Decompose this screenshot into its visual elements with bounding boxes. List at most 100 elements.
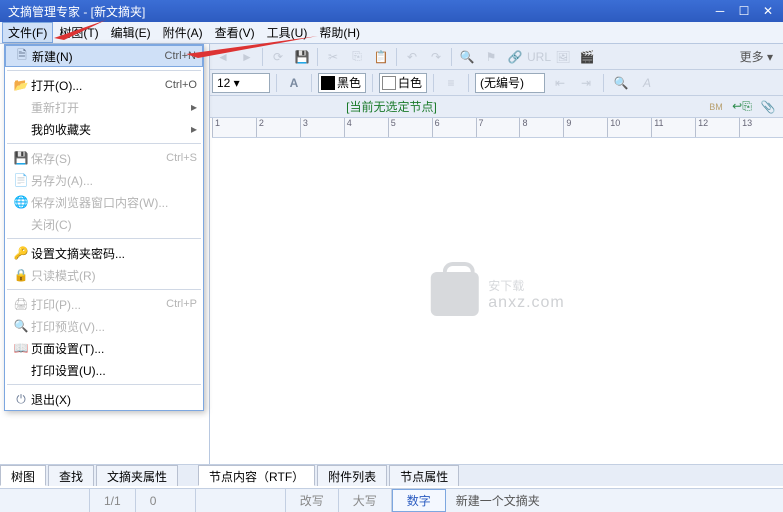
menu-file[interactable]: 文件(F) bbox=[2, 22, 53, 43]
menu-item: 关闭(C) bbox=[5, 213, 203, 235]
status-page: 1/1 bbox=[90, 489, 136, 512]
link-icon[interactable]: 🔗 bbox=[504, 46, 526, 68]
attach-icon[interactable]: 📎 bbox=[757, 96, 779, 118]
bookmark-icon[interactable]: BM bbox=[705, 96, 727, 118]
tab-folder-props[interactable]: 文摘夹属性 bbox=[96, 465, 178, 486]
menu-item-label: 重新打开 bbox=[31, 99, 191, 116]
tab-search[interactable]: 查找 bbox=[48, 465, 94, 486]
menu-item: 🌐保存浏览器窗口内容(W)... bbox=[5, 191, 203, 213]
menu-item-label: 设置文摘夹密码... bbox=[31, 245, 197, 262]
menu-item[interactable]: 📂打开(O)...Ctrl+O bbox=[5, 74, 203, 96]
menu-help[interactable]: 帮助(H) bbox=[313, 22, 366, 43]
menu-separator bbox=[7, 143, 201, 144]
ruler-tick: 9 bbox=[563, 118, 607, 137]
zoom-icon[interactable]: 🔍 bbox=[610, 72, 632, 94]
folder-open-icon: 📂 bbox=[11, 78, 31, 92]
url-icon[interactable]: URL bbox=[528, 46, 550, 68]
menu-item: 📄另存为(A)... bbox=[5, 169, 203, 191]
toolbar-more[interactable]: 更多 ▾ bbox=[734, 48, 779, 65]
ruler-tick: 10 bbox=[607, 118, 651, 137]
paste-icon[interactable]: 📋 bbox=[370, 46, 392, 68]
ruler-tick: 8 bbox=[519, 118, 563, 137]
menu-separator bbox=[7, 289, 201, 290]
menu-shortcut: Ctrl+O bbox=[165, 79, 197, 91]
menu-item[interactable]: 📖页面设置(T)... bbox=[5, 337, 203, 359]
separator bbox=[396, 48, 397, 66]
watermark: 安下载 anxz.com bbox=[430, 272, 564, 316]
menu-item-label: 打开(O)... bbox=[31, 77, 165, 94]
separator bbox=[372, 74, 373, 92]
text-color-button[interactable]: 黑色 bbox=[318, 73, 366, 93]
menu-item[interactable]: 我的收藏夹▸ bbox=[5, 118, 203, 140]
separator bbox=[311, 74, 312, 92]
image-icon[interactable]: 🖼 bbox=[552, 46, 574, 68]
page-setup-icon: 📖 bbox=[11, 341, 31, 355]
separator bbox=[276, 74, 277, 92]
menu-item-label: 打印预览(V)... bbox=[31, 318, 197, 335]
bold-icon[interactable]: A bbox=[283, 72, 305, 94]
print-icon: 🖨 bbox=[11, 297, 31, 311]
indent-right-icon[interactable]: ⇥ bbox=[575, 72, 597, 94]
menu-item-label: 退出(X) bbox=[31, 391, 197, 408]
redo-icon[interactable]: ↷ bbox=[425, 46, 447, 68]
copy-icon[interactable]: ⎘ bbox=[346, 46, 368, 68]
menu-shortcut: Ctrl+P bbox=[166, 298, 197, 310]
readonly-icon: 🔒 bbox=[11, 268, 31, 282]
ruler-tick: 3 bbox=[300, 118, 344, 137]
video-icon[interactable]: 🎬 bbox=[576, 46, 598, 68]
maximize-button[interactable]: ☐ bbox=[733, 3, 755, 19]
tab-node-props[interactable]: 节点属性 bbox=[389, 465, 459, 486]
close-button[interactable]: ✕ bbox=[757, 3, 779, 19]
save-icon: 💾 bbox=[11, 151, 31, 165]
find-icon[interactable]: 🔍 bbox=[456, 46, 478, 68]
numbering-dropdown[interactable]: (无编号) bbox=[475, 73, 545, 93]
watermark-url: anxz.com bbox=[488, 294, 564, 312]
status-num: 数字 bbox=[392, 489, 446, 512]
menu-item: 🖨打印(P)...Ctrl+P bbox=[5, 293, 203, 315]
menu-separator bbox=[7, 384, 201, 385]
menubar: 文件(F) 树图(T) 编辑(E) 附件(A) 查看(V) 工具(U) 帮助(H… bbox=[0, 22, 783, 44]
menu-item-label: 新建(N) bbox=[32, 48, 165, 65]
annotation-arrow-2 bbox=[180, 34, 320, 63]
ruler-tick: 5 bbox=[388, 118, 432, 137]
font-icon[interactable]: A bbox=[636, 72, 658, 94]
flag-icon[interactable]: ⚑ bbox=[480, 46, 502, 68]
ruler-tick: 7 bbox=[476, 118, 520, 137]
tab-node-content[interactable]: 节点内容（RTF） bbox=[198, 465, 315, 486]
minimize-button[interactable]: ─ bbox=[709, 3, 731, 19]
menu-shortcut: Ctrl+S bbox=[166, 152, 197, 164]
annotation-arrow-1 bbox=[48, 18, 108, 49]
menu-item-label: 页面设置(T)... bbox=[31, 340, 197, 357]
exit-icon: ⏻ bbox=[11, 392, 31, 407]
editor-area[interactable]: 安下载 anxz.com bbox=[212, 138, 783, 464]
menu-item-label: 保存浏览器窗口内容(W)... bbox=[31, 194, 197, 211]
link-back-icon[interactable]: ↩⎘ bbox=[731, 96, 753, 118]
undo-icon[interactable]: ↶ bbox=[401, 46, 423, 68]
file-menu-dropdown: 🗎新建(N)Ctrl+N📂打开(O)...Ctrl+O重新打开▸我的收藏夹▸💾保… bbox=[4, 44, 204, 411]
menu-edit[interactable]: 编辑(E) bbox=[105, 22, 157, 43]
menu-item-label: 只读模式(R) bbox=[31, 267, 197, 284]
menu-item: 💾保存(S)Ctrl+S bbox=[5, 147, 203, 169]
menu-item-label: 关闭(C) bbox=[31, 216, 197, 233]
tab-tree[interactable]: 树图 bbox=[0, 465, 46, 486]
cut-icon[interactable]: ✂ bbox=[322, 46, 344, 68]
ruler: 12345678910111213 bbox=[212, 118, 783, 138]
separator bbox=[451, 48, 452, 66]
ruler-tick: 1 bbox=[212, 118, 256, 137]
font-size-dropdown[interactable]: 12 ▾ bbox=[212, 73, 270, 93]
menu-item[interactable]: 打印设置(U)... bbox=[5, 359, 203, 381]
menu-item[interactable]: ⏻退出(X) bbox=[5, 388, 203, 410]
color-label: 黑色 bbox=[337, 74, 361, 91]
tab-attachments[interactable]: 附件列表 bbox=[317, 465, 387, 486]
menu-separator bbox=[7, 70, 201, 71]
watermark-text: 安下载 bbox=[488, 277, 564, 294]
menu-item[interactable]: 🔑设置文摘夹密码... bbox=[5, 242, 203, 264]
bg-color-button[interactable]: 白色 bbox=[379, 73, 427, 93]
numbering-value: (无编号) bbox=[480, 74, 524, 91]
ruler-tick: 6 bbox=[432, 118, 476, 137]
menu-item-label: 我的收藏夹 bbox=[31, 121, 191, 138]
indent-left-icon[interactable]: ⇤ bbox=[549, 72, 571, 94]
browser-icon: 🌐 bbox=[11, 195, 31, 209]
menu-item-label: 另存为(A)... bbox=[31, 172, 197, 189]
align-left-icon[interactable]: ≡ bbox=[440, 72, 462, 94]
